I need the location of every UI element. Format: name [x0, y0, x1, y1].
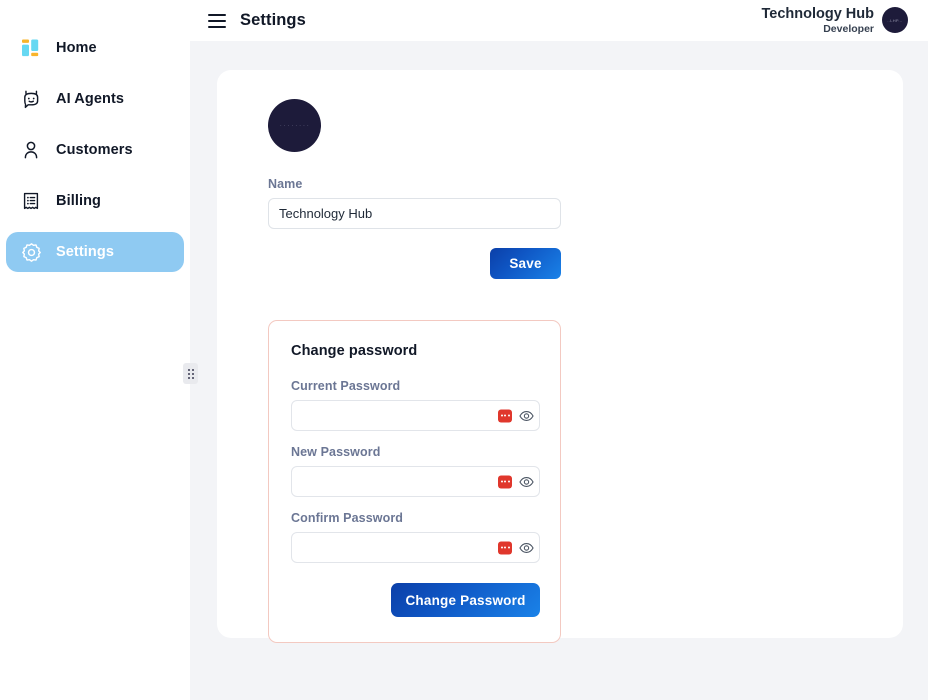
eye-icon[interactable] [519, 408, 534, 423]
name-input[interactable] [268, 198, 561, 229]
robot-icon [20, 88, 42, 110]
save-button[interactable]: Save [490, 248, 561, 279]
eye-icon[interactable] [519, 474, 534, 489]
grip-dots-icon [187, 368, 194, 379]
confirm-password-input-wrap [291, 532, 540, 563]
new-password-label: New Password [291, 445, 381, 459]
avatar-text: ..LHP... [887, 17, 903, 23]
user-role: Developer [823, 22, 874, 35]
password-manager-icon[interactable] [498, 541, 513, 554]
sidebar: Home AI Agents Customers Billing Setting… [0, 0, 198, 700]
password-manager-icon[interactable] [498, 409, 513, 422]
user-icon [20, 139, 42, 161]
hamburger-menu-icon[interactable] [208, 13, 226, 28]
invoice-icon [20, 190, 42, 212]
sidebar-item-label: AI Agents [56, 91, 125, 107]
name-field-group: Name [268, 177, 903, 229]
eye-icon[interactable] [519, 540, 534, 555]
sidebar-item-ai-agents[interactable]: AI Agents [6, 79, 184, 119]
sidebar-item-label: Home [56, 40, 97, 56]
current-password-field: Current Password [291, 379, 540, 431]
main-region: Settings Technology Hub Developer ..LHP.… [190, 0, 928, 700]
organization-avatar[interactable]: · · · · · · · · [268, 99, 321, 152]
sidebar-item-label: Settings [56, 244, 114, 260]
content-area: · · · · · · · · Name Save Change passwor… [190, 41, 928, 700]
password-manager-icon[interactable] [498, 475, 513, 488]
confirm-password-field: Confirm Password [291, 511, 540, 563]
sidebar-item-home[interactable]: Home [6, 28, 184, 68]
settings-panel-inner: · · · · · · · · Name Save Change passwor… [217, 99, 903, 643]
user-meta: Technology Hub Developer [761, 6, 874, 36]
page-title: Settings [240, 11, 306, 29]
sidebar-item-label: Customers [56, 142, 133, 158]
avatar[interactable]: ..LHP... [882, 7, 908, 34]
sidebar-item-label: Billing [56, 193, 101, 209]
current-password-adornments [498, 408, 534, 423]
new-password-field: New Password [291, 445, 540, 497]
new-password-input-wrap [291, 466, 540, 497]
change-password-title: Change password [291, 343, 418, 359]
settings-panel: · · · · · · · · Name Save Change passwor… [217, 70, 903, 643]
confirm-password-adornments [498, 540, 534, 555]
sidebar-item-customers[interactable]: Customers [6, 130, 184, 170]
dashboard-grid-icon [20, 37, 42, 59]
topbar: Settings Technology Hub Developer ..LHP.… [190, 0, 928, 41]
organization-avatar-text: · · · · · · · · [279, 122, 310, 129]
change-password-button[interactable]: Change Password [391, 583, 540, 617]
sidebar-item-billing[interactable]: Billing [6, 181, 184, 221]
topbar-user[interactable]: Technology Hub Developer ..LHP... [761, 6, 908, 36]
app-root: Home AI Agents Customers Billing Setting… [0, 0, 928, 700]
sidebar-resize-handle[interactable] [183, 363, 198, 384]
new-password-adornments [498, 474, 534, 489]
save-row: Save [268, 248, 561, 279]
sidebar-item-settings[interactable]: Settings [6, 232, 184, 272]
name-label: Name [268, 177, 303, 191]
current-password-label: Current Password [291, 379, 401, 393]
confirm-password-label: Confirm Password [291, 511, 404, 525]
current-password-input-wrap [291, 400, 540, 431]
user-name: Technology Hub [761, 5, 874, 22]
change-password-card: Change password Current Password New Pas… [268, 320, 561, 643]
change-password-button-row: Change Password [291, 583, 540, 617]
gear-icon [20, 241, 42, 263]
